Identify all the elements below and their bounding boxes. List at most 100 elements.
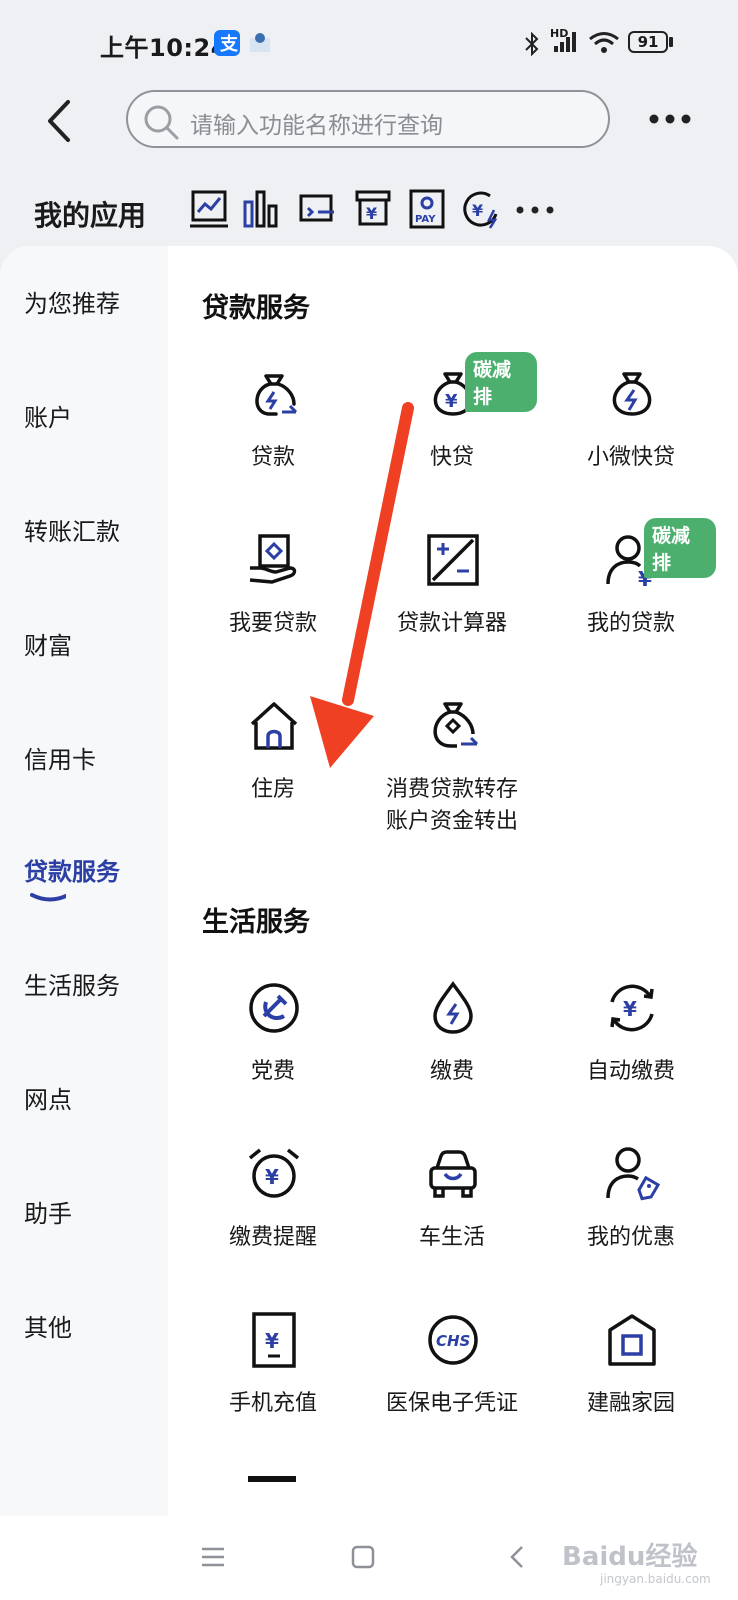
alarm-clock-icon: ¥: [248, 1148, 300, 1198]
svg-text:¥: ¥: [623, 997, 637, 1021]
tile-label: 我的贷款: [586, 611, 675, 636]
water-drop-icon: [433, 981, 473, 1034]
tile-medical-insurance[interactable]: CHS 医保电子凭证: [367, 1312, 537, 1462]
chs-icon: CHS: [428, 1315, 478, 1365]
watermark-sub: jingyan.baidu.com: [600, 1572, 711, 1586]
home-square-icon: [608, 1314, 656, 1366]
search-icon: [144, 105, 179, 140]
sidebar-item-branches[interactable]: 网点: [24, 1080, 72, 1115]
tile-label: 党费: [250, 1059, 295, 1084]
sidebar-item-account[interactable]: 账户: [24, 398, 72, 433]
tile-label: 医保电子凭证: [385, 1391, 518, 1416]
home-square-nav-icon[interactable]: [350, 1544, 376, 1570]
svg-text:¥: ¥: [472, 201, 483, 220]
yuan-box-icon: ¥: [355, 190, 391, 226]
battery-indicator: 91: [628, 31, 668, 53]
bag-transfer-icon: [433, 702, 479, 748]
next-row-icon-peek: [248, 1476, 296, 1482]
my-app-pay[interactable]: PAY: [408, 188, 452, 234]
status-bar: 上午10:24 支 HD 91: [0, 0, 738, 86]
section-title-life: 生活服务: [202, 907, 310, 938]
tile-label-line2: 账户资金转出: [385, 809, 518, 834]
tile-label: 我的优惠: [586, 1225, 675, 1250]
house-icon: [250, 702, 298, 750]
battery-level: 91: [637, 33, 659, 51]
more-options-button[interactable]: [648, 104, 696, 134]
sidebar-item-loan-services[interactable]: 贷款服务: [24, 852, 120, 887]
sidebar-item-credit-card[interactable]: 信用卡: [24, 740, 96, 775]
tile-jianrong-home[interactable]: 建融家园: [546, 1312, 716, 1462]
search-input[interactable]: 请输入功能名称进行查询: [126, 90, 610, 148]
svg-text:¥: ¥: [265, 1329, 279, 1353]
tile-micro-quick-loan[interactable]: 小微快贷: [546, 366, 716, 516]
battery-tip: [669, 37, 673, 47]
tile-my-loans[interactable]: ¥ 我的贷款 碳减排: [546, 518, 716, 682]
my-app-trend[interactable]: [190, 188, 234, 234]
tile-mobile-topup[interactable]: ¥ 手机充值: [188, 1312, 358, 1462]
bank-app-icon: [250, 33, 270, 52]
svg-text:CHS: CHS: [436, 1332, 470, 1350]
sidebar-item-assistant[interactable]: 助手: [24, 1194, 72, 1229]
phone-yuan-icon: ¥: [252, 1312, 296, 1368]
tile-label: 消费贷款转存 账户资金转出: [367, 774, 537, 838]
tile-party-dues[interactable]: 党费: [188, 980, 358, 1130]
card-transfer-icon: [299, 194, 334, 222]
tile-label: 小微快贷: [586, 445, 675, 470]
yuan-cycle-icon: ¥: [610, 984, 654, 1032]
party-emblem-icon: [249, 983, 299, 1033]
my-apps-title: 我的应用: [34, 199, 147, 232]
trend-chart-icon: [190, 190, 228, 228]
sidebar-item-other[interactable]: 其他: [24, 1308, 72, 1343]
tile-label: 自动缴费: [586, 1059, 675, 1084]
bluetooth-icon: [525, 31, 539, 57]
yuan-refresh-icon: ¥: [463, 191, 498, 229]
tile-car-life[interactable]: 车生活: [367, 1146, 537, 1296]
my-app-yuan-refresh[interactable]: ¥: [460, 188, 504, 234]
alipay-icon: 支: [214, 30, 240, 56]
bar-chart-icon: [243, 190, 278, 228]
lightning-bag-icon: [612, 372, 652, 416]
section-title-loan: 贷款服务: [202, 293, 310, 324]
tile-my-discounts[interactable]: 我的优惠: [546, 1146, 716, 1296]
tile-label: 车生活: [418, 1225, 485, 1250]
loan-bag-icon: [255, 374, 298, 416]
annotation-arrow: [310, 402, 414, 768]
category-sidebar: 为您推荐 账户 转账汇款 财富 信用卡 贷款服务 生活服务 网点 助手 其他: [0, 246, 168, 1516]
sidebar-item-recommend[interactable]: 为您推荐: [24, 284, 120, 319]
svg-text:¥: ¥: [445, 391, 458, 412]
watermark-text: Baidu经验: [562, 1542, 698, 1572]
tile-label: 建融家园: [586, 1391, 675, 1416]
signal-icon: [554, 32, 576, 52]
tile-label: 缴费提醒: [228, 1225, 317, 1250]
hand-document-icon: [249, 534, 297, 584]
pay-icon: PAY: [409, 189, 445, 229]
tile-payment-reminder[interactable]: ¥ 缴费提醒: [188, 1146, 358, 1296]
svg-text:¥: ¥: [265, 1165, 279, 1189]
chevron-left-icon: [48, 100, 70, 142]
car-icon: [429, 1150, 477, 1198]
back-button[interactable]: [38, 96, 82, 146]
tile-label: 缴费: [429, 1059, 474, 1084]
my-app-yuan-box[interactable]: ¥: [354, 188, 398, 234]
my-apps-more-button[interactable]: [514, 188, 558, 234]
calculator-icon: [427, 534, 479, 586]
more-dots-icon: [516, 206, 554, 214]
system-nav-bar: Baidu经验 jingyan.baidu.com: [0, 1516, 738, 1600]
menu-icon[interactable]: [200, 1544, 226, 1570]
more-dots-icon: [649, 114, 691, 124]
sidebar-item-wealth[interactable]: 财富: [24, 626, 72, 661]
sidebar-item-life-services[interactable]: 生活服务: [24, 966, 120, 1001]
sidebar-item-transfer[interactable]: 转账汇款: [24, 512, 120, 547]
back-nav-icon[interactable]: [504, 1544, 530, 1570]
active-tab-indicator: [30, 893, 66, 902]
svg-text:PAY: PAY: [415, 214, 436, 225]
tile-auto-payment[interactable]: ¥ 自动缴费: [546, 980, 716, 1130]
my-app-card-transfer[interactable]: [298, 188, 342, 234]
wifi-icon: [589, 32, 619, 53]
my-app-bars[interactable]: [242, 188, 286, 234]
tile-label: 手机充值: [228, 1391, 317, 1416]
tile-bill-payment[interactable]: 缴费: [367, 980, 537, 1130]
svg-text:支: 支: [219, 33, 239, 55]
search-placeholder: 请输入功能名称进行查询: [190, 113, 443, 139]
person-tag-icon: [606, 1147, 660, 1201]
